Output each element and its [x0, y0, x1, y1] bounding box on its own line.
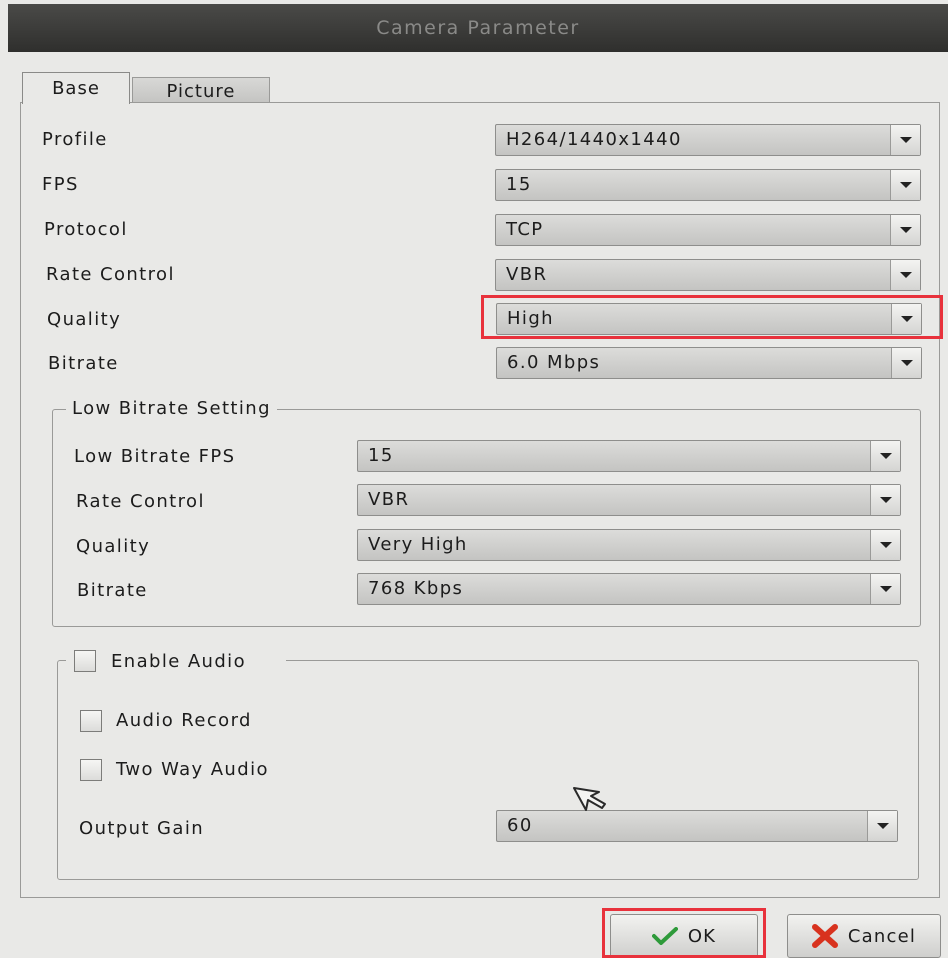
window-title: Camera Parameter	[8, 4, 948, 52]
dropdown-arrow-icon[interactable]	[870, 530, 900, 560]
low-bitrate-bitrate-label: Bitrate	[77, 580, 148, 601]
profile-select[interactable]: H264/1440x1440	[495, 124, 921, 156]
bitrate-label: Bitrate	[48, 353, 119, 374]
low-bitrate-quality-label: Quality	[76, 536, 151, 557]
protocol-value: TCP	[506, 219, 544, 240]
protocol-label: Protocol	[44, 219, 128, 240]
cancel-button[interactable]: Cancel	[787, 914, 941, 958]
ok-highlight-box	[602, 908, 766, 958]
fps-select[interactable]: 15	[495, 169, 921, 201]
fps-label: FPS	[42, 174, 79, 195]
low-bitrate-fps-select[interactable]: 15	[357, 440, 901, 472]
tab-base[interactable]: Base	[22, 72, 130, 104]
dropdown-arrow-icon[interactable]	[891, 348, 921, 378]
output-gain-select[interactable]: 60	[496, 810, 898, 842]
low-bitrate-rate-control-select[interactable]: VBR	[357, 484, 901, 516]
enable-audio-checkbox[interactable]	[74, 650, 96, 672]
camera-parameter-dialog: Camera Parameter Base Picture Profile H2…	[0, 0, 948, 958]
dropdown-arrow-icon[interactable]	[890, 125, 920, 155]
two-way-audio-checkbox[interactable]	[80, 759, 102, 781]
audio-record-label: Audio Record	[116, 710, 252, 731]
quality-highlight-box	[481, 295, 943, 339]
rate-control-select[interactable]: VBR	[495, 259, 921, 291]
two-way-audio-label: Two Way Audio	[116, 759, 269, 780]
audio-record-checkbox[interactable]	[80, 710, 102, 732]
rate-control-value: VBR	[506, 264, 548, 285]
bitrate-select[interactable]: 6.0 Mbps	[496, 347, 922, 379]
output-gain-label: Output Gain	[79, 818, 205, 839]
rate-control-label: Rate Control	[46, 264, 175, 285]
dropdown-arrow-icon[interactable]	[870, 574, 900, 604]
low-bitrate-group-title: Low Bitrate Setting	[66, 398, 277, 419]
low-bitrate-bitrate-select[interactable]: 768 Kbps	[357, 573, 901, 605]
enable-audio-label: Enable Audio	[111, 651, 246, 672]
profile-label: Profile	[42, 129, 108, 150]
low-bitrate-rate-control-label: Rate Control	[76, 491, 205, 512]
dropdown-arrow-icon[interactable]	[890, 260, 920, 290]
low-bitrate-fps-value: 15	[368, 445, 394, 466]
fps-value: 15	[506, 174, 532, 195]
dropdown-arrow-icon[interactable]	[870, 441, 900, 471]
tab-picture[interactable]: Picture	[132, 77, 270, 104]
mouse-cursor-icon	[572, 786, 608, 820]
protocol-select[interactable]: TCP	[495, 214, 921, 246]
low-bitrate-quality-value: Very High	[368, 534, 468, 555]
dropdown-arrow-icon[interactable]	[870, 485, 900, 515]
cancel-label: Cancel	[847, 925, 917, 947]
bitrate-value: 6.0 Mbps	[507, 352, 601, 373]
x-icon	[811, 924, 838, 948]
dropdown-arrow-icon[interactable]	[890, 215, 920, 245]
dropdown-arrow-icon[interactable]	[867, 811, 897, 841]
profile-value: H264/1440x1440	[506, 129, 682, 150]
low-bitrate-quality-select[interactable]: Very High	[357, 529, 901, 561]
low-bitrate-bitrate-value: 768 Kbps	[368, 578, 464, 599]
output-gain-value: 60	[507, 815, 533, 836]
quality-label: Quality	[47, 309, 122, 330]
dropdown-arrow-icon[interactable]	[890, 170, 920, 200]
low-bitrate-fps-label: Low Bitrate FPS	[74, 446, 236, 467]
low-bitrate-rate-control-value: VBR	[368, 489, 410, 510]
